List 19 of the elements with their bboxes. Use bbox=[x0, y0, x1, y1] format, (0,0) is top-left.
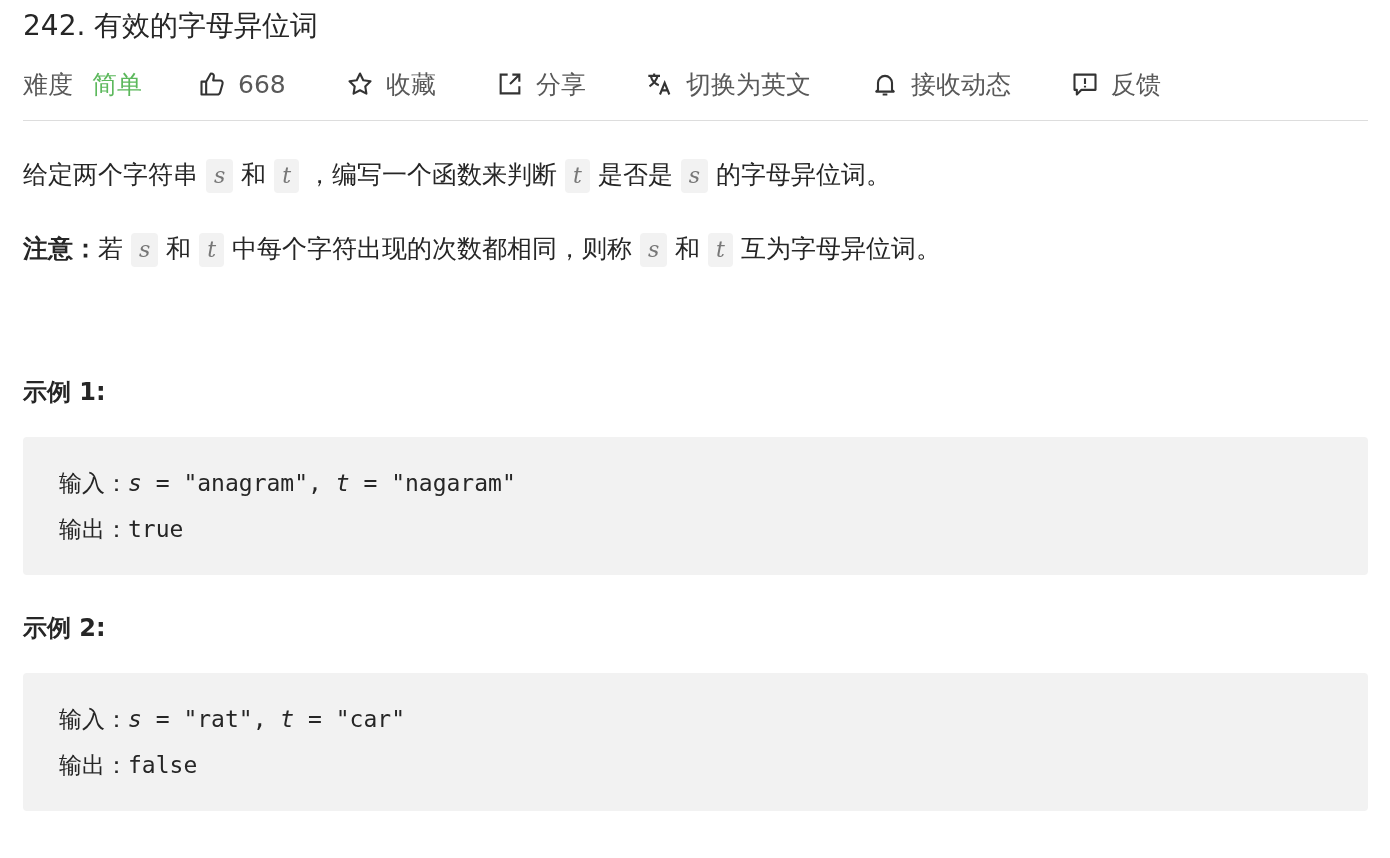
star-icon bbox=[345, 70, 374, 98]
example-heading: 示例 2: bbox=[23, 613, 107, 644]
code-line: 输出：true bbox=[59, 515, 185, 544]
share-button[interactable]: 分享 bbox=[495, 67, 586, 101]
bell-button[interactable]: 接收动态 bbox=[870, 67, 1011, 101]
difficulty-level: 简单 bbox=[92, 68, 142, 101]
feedback-button[interactable]: 反馈 bbox=[1070, 67, 1161, 101]
thumbs-up-icon bbox=[198, 70, 226, 98]
star-button[interactable]: 收藏 bbox=[345, 67, 436, 101]
code-line: 输出：false bbox=[59, 751, 199, 780]
description-paragraph: 给定两个字符串 s 和 t ，编写一个函数来判断 t 是否是 s 的字母异位词。 bbox=[23, 157, 1368, 193]
translate-button[interactable]: 切换为英文 bbox=[645, 67, 811, 101]
problem-title: 242. 有效的字母异位词 bbox=[23, 8, 320, 44]
code-line: 输入：s = "anagram", t = "nagaram" bbox=[59, 469, 517, 498]
code-line: 输入：s = "rat", t = "car" bbox=[59, 705, 406, 734]
difficulty-label: 难度 bbox=[23, 68, 73, 101]
like-button[interactable]: 668 bbox=[198, 69, 286, 99]
note-paragraph: 注意：若 s 和 t 中每个字符出现的次数都相同，则称 s 和 t 互为字母异位词。 bbox=[23, 231, 1368, 267]
example-heading: 示例 1: bbox=[23, 377, 107, 408]
